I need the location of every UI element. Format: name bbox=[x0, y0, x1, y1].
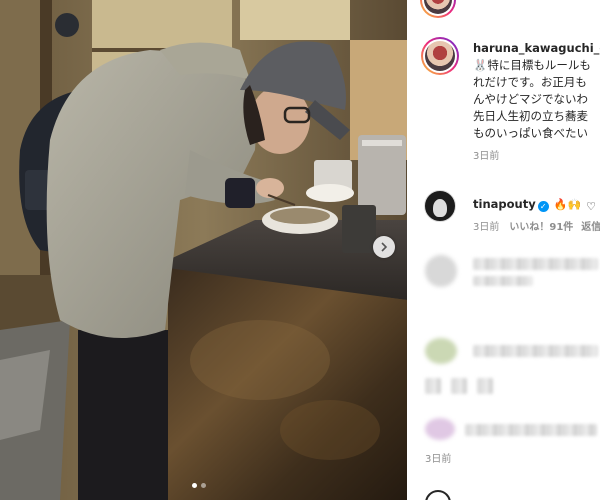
next-photo-button[interactable] bbox=[373, 236, 395, 258]
blurred-comment bbox=[473, 345, 598, 357]
comment-meta: 3日前 いいね！91件 返信 bbox=[473, 218, 600, 233]
comment-timestamp[interactable]: 3日前 bbox=[473, 222, 499, 233]
post-photo bbox=[0, 0, 407, 500]
blurred-icon bbox=[451, 378, 467, 394]
heart-icon[interactable]: ♡ bbox=[586, 200, 596, 213]
caption-line: ものいっぱい食べたい bbox=[473, 126, 588, 140]
carousel-dot-active bbox=[192, 483, 197, 488]
header-avatar[interactable] bbox=[420, 0, 456, 18]
blurred-avatar bbox=[425, 338, 457, 364]
blurred-avatar bbox=[425, 418, 455, 440]
comment-likes[interactable]: いいね！91件 bbox=[509, 222, 573, 233]
chevron-right-icon bbox=[381, 242, 388, 252]
caption-username[interactable]: haruna_kawaguchi_official bbox=[473, 41, 600, 55]
caption-line: 🐰特に目標もルールも bbox=[473, 58, 591, 72]
comment-reply-button[interactable]: 返信 bbox=[581, 222, 600, 233]
bottom-avatar[interactable] bbox=[425, 490, 451, 500]
blurred-comment bbox=[473, 276, 533, 286]
blurred-icon bbox=[425, 378, 441, 394]
caption-line: れだけです。お正月も bbox=[473, 75, 587, 89]
comment-header: tinapouty ✓ 🔥🙌 bbox=[473, 193, 581, 212]
caption-avatar[interactable] bbox=[421, 37, 459, 75]
caption-line: んやけどマジでないわ bbox=[473, 92, 588, 106]
blurred-comment bbox=[473, 258, 598, 270]
photo-scene bbox=[0, 0, 407, 500]
caption-line: 先日人生初の立ち蕎麦 bbox=[473, 109, 588, 123]
comment-username[interactable]: tinapouty bbox=[473, 197, 536, 211]
comment-text: 🔥🙌 bbox=[553, 198, 582, 211]
comment-avatar[interactable] bbox=[424, 190, 456, 222]
blurred-comment bbox=[465, 424, 597, 436]
blurred-comment-timestamp[interactable]: 3日前 bbox=[425, 450, 451, 465]
comments-panel: haruna_kawaguchi_official 🐰特に目標もルールも れだけ… bbox=[407, 0, 600, 500]
post-caption: haruna_kawaguchi_official 🐰特に目標もルールも れだけ… bbox=[473, 40, 600, 165]
blurred-avatar bbox=[425, 255, 457, 287]
caption-timestamp[interactable]: 3日前 bbox=[473, 148, 600, 165]
blurred-icon bbox=[477, 378, 493, 394]
verified-badge-icon: ✓ bbox=[537, 201, 549, 212]
carousel-dots bbox=[192, 483, 206, 488]
carousel-dot bbox=[201, 483, 206, 488]
